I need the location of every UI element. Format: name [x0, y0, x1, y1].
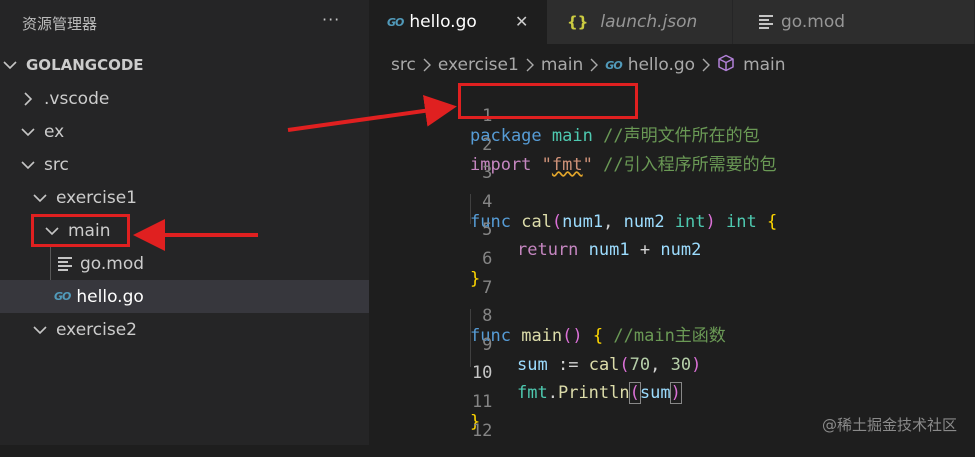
tab-bar: GO hello.go ✕ {} launch.json go.mod [369, 0, 975, 44]
chevron-down-icon [20, 122, 36, 142]
explorer-title: 资源管理器 [22, 15, 98, 33]
go-icon: GO [605, 58, 622, 72]
tree-item-label: go.mod [80, 253, 145, 274]
tree-item-vscode[interactable]: .vscode [0, 82, 369, 115]
tree-item-exercise2[interactable]: exercise2 [0, 313, 369, 346]
tree-root-golangcode[interactable]: GOLANGCODE [0, 48, 369, 81]
tab-label: go.mod [781, 12, 846, 32]
tree-item-ex[interactable]: ex [0, 115, 369, 148]
code-line: 6 } [369, 225, 975, 289]
more-actions-icon[interactable]: ··· [322, 10, 340, 29]
lines-icon [58, 255, 72, 273]
tree-item-label: src [44, 154, 69, 175]
breadcrumb-item[interactable]: exercise1 [438, 55, 519, 75]
annotation-box-package-main [458, 83, 638, 119]
chevron-right-icon [702, 55, 711, 75]
tree-item-label: exercise1 [56, 187, 137, 208]
chevron-right-icon [590, 55, 599, 75]
code-line-current: 10 fmt.Println(sum) [369, 339, 975, 405]
tab-go-mod[interactable]: go.mod [733, 0, 975, 44]
close-icon[interactable]: ✕ [515, 12, 528, 31]
chevron-down-icon [2, 56, 18, 74]
breadcrumb-item[interactable]: main [743, 55, 785, 75]
watermark: @稀土掘金技术社区 [821, 416, 957, 434]
tree-item-label: ex [44, 121, 65, 142]
tab-label: launch.json [600, 12, 698, 32]
chevron-down-icon [32, 188, 48, 208]
breadcrumb-item[interactable]: main [541, 55, 583, 75]
tree-root-label: GOLANGCODE [26, 55, 144, 74]
breadcrumb-item[interactable]: src [391, 55, 416, 75]
breadcrumb-item[interactable]: hello.go [628, 55, 695, 75]
tree-item-exercise1[interactable]: exercise1 [0, 181, 369, 214]
code-line: 3 [369, 139, 975, 183]
braces-icon: {} [567, 13, 589, 31]
chevron-right-icon [20, 89, 36, 109]
chevron-down-icon [32, 320, 48, 340]
lines-icon [759, 13, 773, 31]
editor-pane: GO hello.go ✕ {} launch.json go.mod src … [369, 0, 975, 445]
tree-item-hello-go[interactable]: GO hello.go [0, 280, 369, 313]
code-line: 9 sum := cal(70, 30) [369, 311, 975, 375]
code-line: 7 [369, 254, 975, 298]
tree-item-label: exercise2 [56, 319, 137, 340]
cube-icon [717, 54, 735, 77]
tab-launch-json[interactable]: {} launch.json [547, 0, 733, 44]
chevron-right-icon [526, 55, 534, 75]
code-line: 8 func main() { //main主函数 [369, 282, 975, 346]
annotation-box-main-folder [31, 214, 130, 247]
tab-hello-go[interactable]: GO hello.go ✕ [369, 0, 547, 44]
code-line: 11 } [369, 368, 975, 432]
code-line: 4 func cal(num1, num2 int) int { [369, 168, 975, 232]
tree-item-go-mod[interactable]: go.mod [0, 247, 369, 280]
line-number: 12 [471, 420, 493, 441]
chevron-right-icon [423, 55, 431, 75]
go-icon: GO [54, 290, 71, 303]
breadcrumb: src exercise1 main GO hello.go main [391, 52, 786, 78]
go-icon: GO [387, 15, 404, 29]
tree-item-label: .vscode [44, 88, 110, 109]
tab-label: hello.go [409, 12, 477, 32]
tree-item-src[interactable]: src [0, 148, 369, 181]
tree-item-label: hello.go [76, 286, 144, 307]
chevron-down-icon [20, 155, 36, 175]
code-line: 5 return num1 + num2 [369, 196, 975, 260]
